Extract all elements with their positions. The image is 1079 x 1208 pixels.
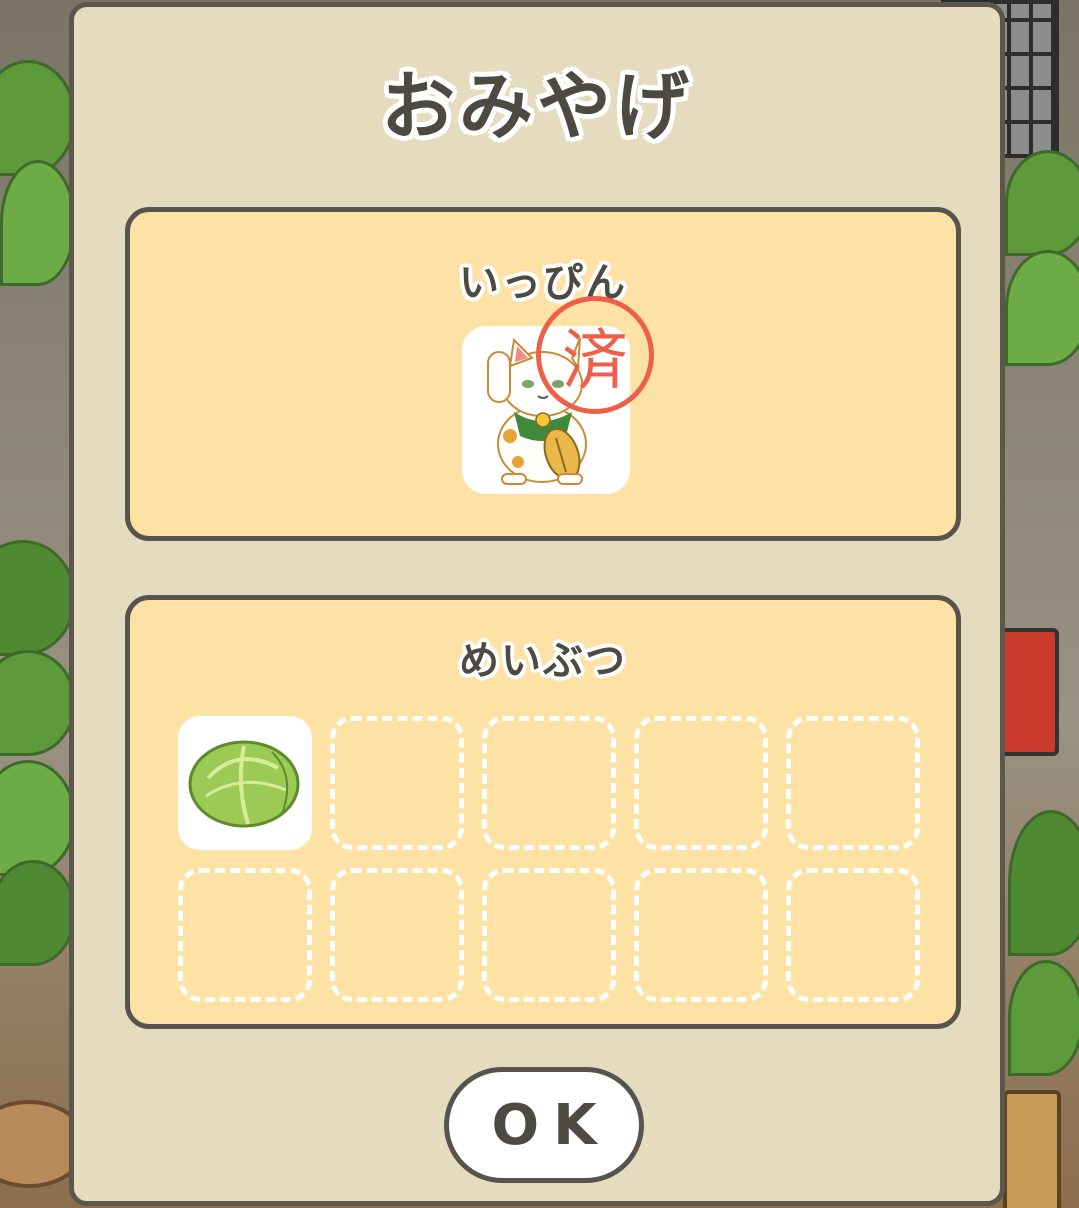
specialty-panel: いっぴん 済: [125, 207, 961, 541]
dialog-title: おみやげ: [381, 64, 693, 150]
souvenir-slot-empty: [786, 868, 920, 1002]
leaf: [0, 160, 76, 286]
souvenir-slot-empty: [482, 716, 616, 850]
ok-button[interactable]: OK: [444, 1067, 644, 1183]
souvenir-slot-empty: [330, 716, 464, 850]
souvenir-slot-empty: [178, 868, 312, 1002]
souvenir-slot-empty: [634, 716, 768, 850]
mailbox: [999, 628, 1059, 756]
souvenir-slot[interactable]: [178, 716, 312, 850]
leaf: [1008, 960, 1079, 1076]
souvenir-slot-empty: [482, 868, 616, 1002]
souvenir-slot-empty: [330, 868, 464, 1002]
souvenir-dialog: おみやげ いっぴん 済 めいぶつ OK: [69, 2, 1005, 1206]
souvenir-heading: めいぶつ: [459, 638, 627, 684]
souvenir-slot-empty: [634, 868, 768, 1002]
specialty-heading: いっぴん: [459, 260, 627, 306]
cabbage-icon: [188, 740, 300, 828]
leaf: [1005, 150, 1079, 256]
completed-stamp: 済: [536, 296, 654, 414]
souvenir-panel: めいぶつ: [125, 595, 961, 1029]
souvenir-slot-empty: [786, 716, 920, 850]
signboard: [1003, 1090, 1061, 1208]
leaf: [1005, 250, 1079, 366]
